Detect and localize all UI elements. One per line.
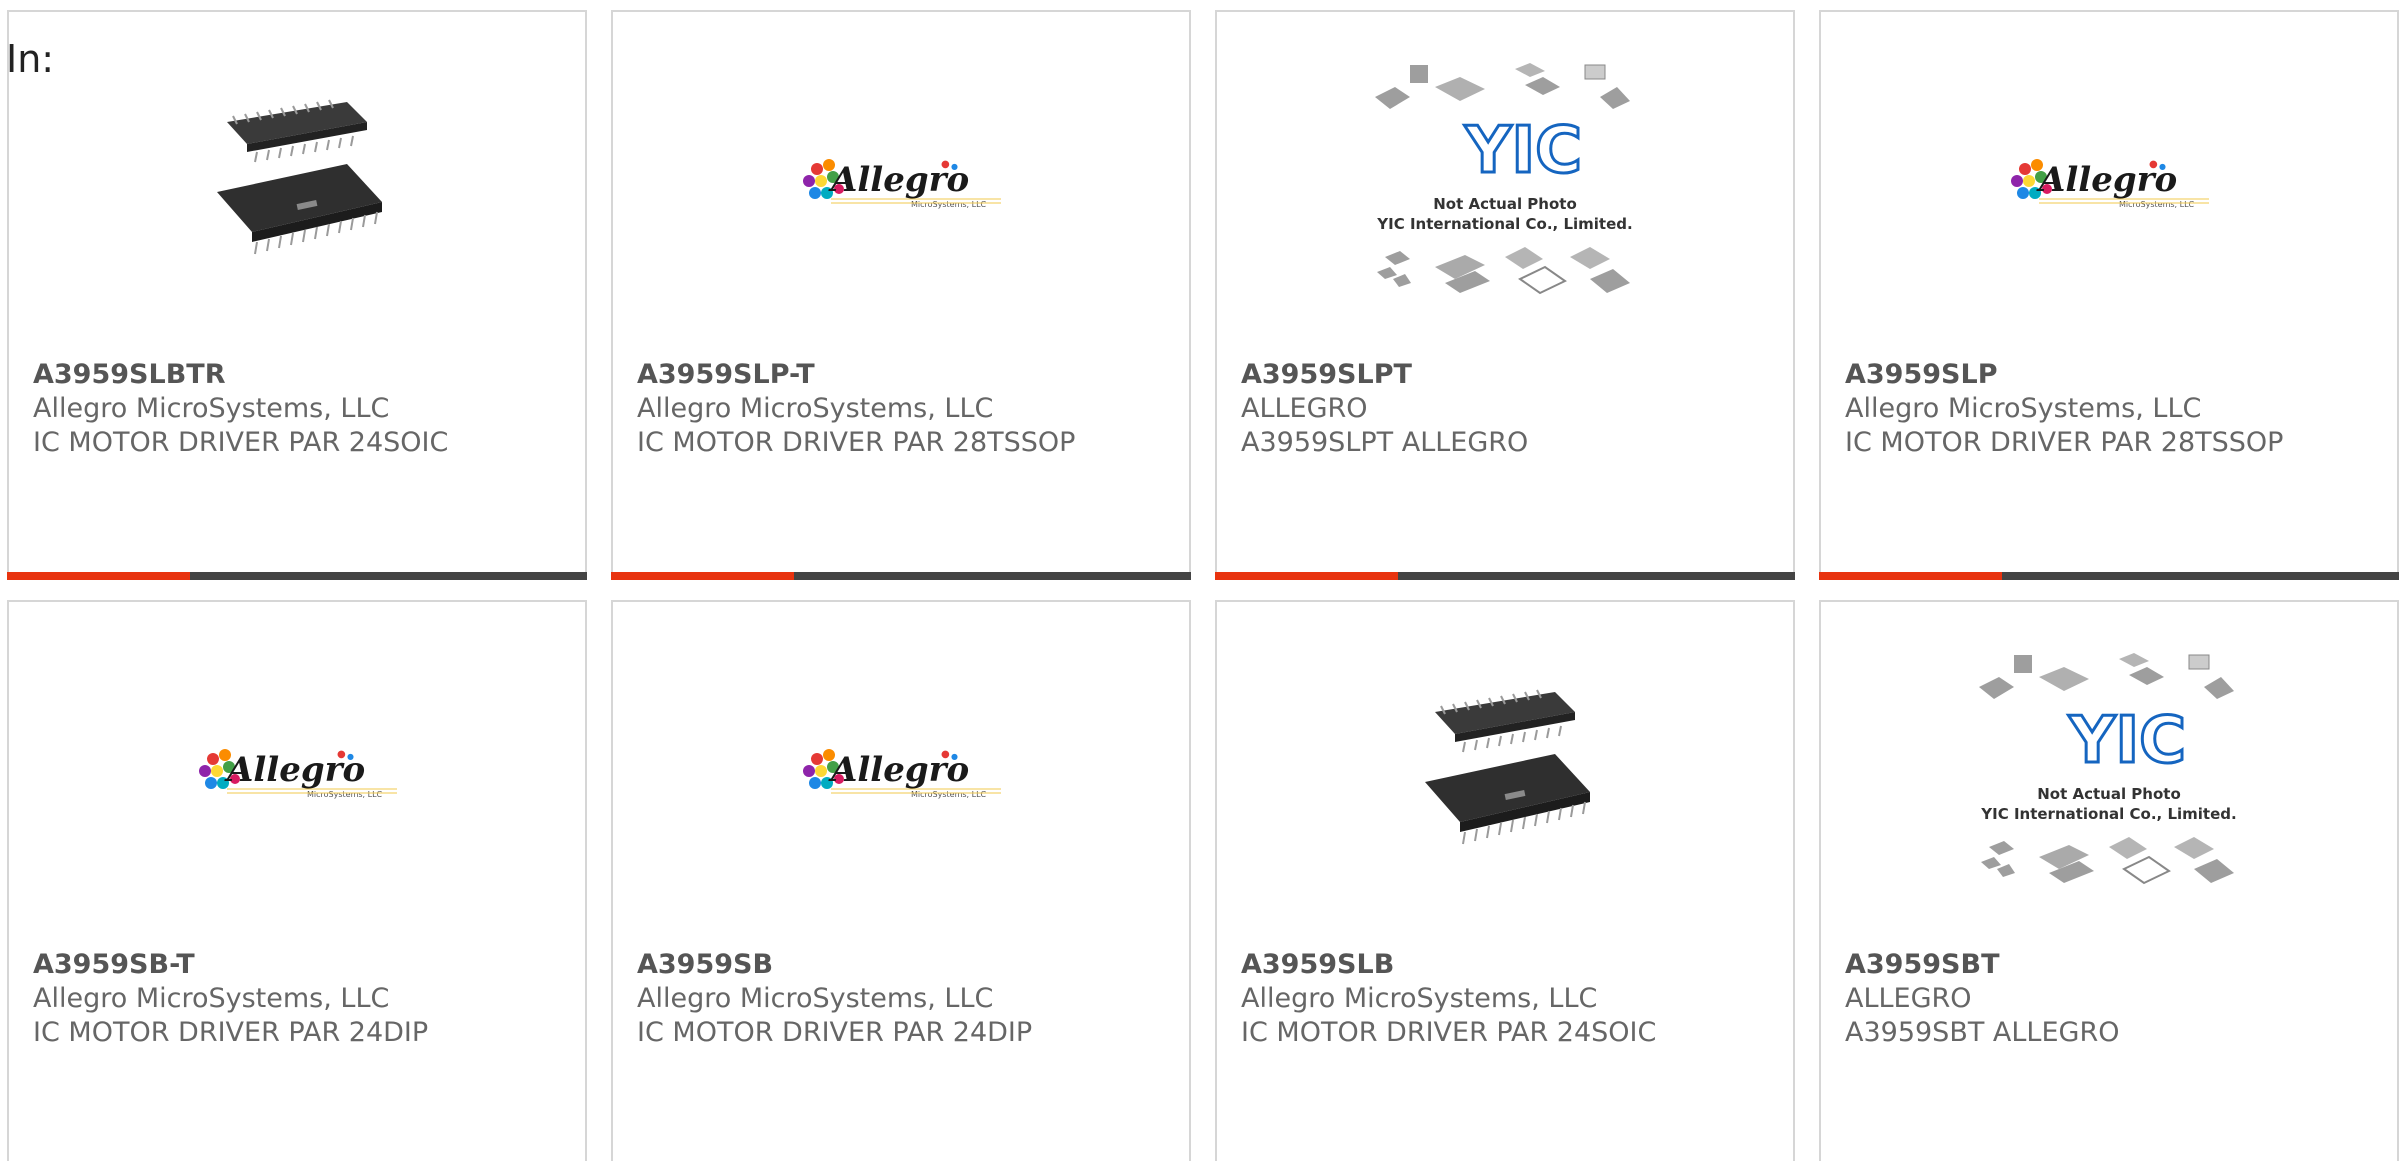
part-number-link[interactable]: A3959SBT	[1845, 948, 2385, 982]
allegro-logo-icon: Allegro ● ● MicroSystems, LLC	[803, 159, 1001, 209]
product-card[interactable]: Allegro ● ● MicroSystems, LLC A3959SLP-T…	[611, 10, 1191, 580]
product-image[interactable]: YIC Not Actual Photo YIC International C…	[1217, 12, 1793, 352]
allegro-logo-icon: Allegro ● ● MicroSystems, LLC	[2011, 159, 2209, 209]
svg-text:●: ●	[941, 159, 950, 170]
product-image[interactable]: Allegro ● ● MicroSystems, LLC	[613, 602, 1189, 942]
soic-chip-icon	[1425, 689, 1590, 845]
allegro-logo-icon: Allegro ● ● MicroSystems, LLC	[803, 749, 1001, 799]
card-bottom-bar	[7, 572, 587, 580]
svg-text:●: ●	[347, 752, 354, 761]
description: A3959SLPT ALLEGRO	[1241, 427, 1529, 458]
card-accent-bar	[611, 572, 794, 580]
description: IC MOTOR DRIVER PAR 28TSSOP	[637, 427, 1076, 458]
card-bottom-bar	[1819, 572, 2399, 580]
manufacturer: Allegro MicroSystems, LLC	[33, 983, 390, 1014]
svg-text:MicroSystems, LLC: MicroSystems, LLC	[911, 200, 987, 209]
svg-text:Not Actual Photo: Not Actual Photo	[1433, 195, 1577, 213]
product-image[interactable]	[1217, 602, 1793, 942]
card-accent-bar	[1215, 572, 1398, 580]
product-image[interactable]	[9, 12, 585, 352]
manufacturer: ALLEGRO	[1845, 983, 1972, 1014]
part-number-link[interactable]: A3959SB	[637, 948, 1177, 982]
part-number-link[interactable]: A3959SLB	[1241, 948, 1781, 982]
yic-placeholder-icon: YIC Not Actual Photo YIC International C…	[1979, 653, 2237, 885]
card-bottom-bar	[1215, 572, 1795, 580]
manufacturer: Allegro MicroSystems, LLC	[637, 983, 994, 1014]
product-grid-page: In: A3959SLBTR Allegro MicroSystems, LLC…	[0, 0, 2400, 1161]
svg-text:Not Actual Photo: Not Actual Photo	[2037, 785, 2181, 803]
product-card[interactable]: Allegro ● ● MicroSystems, LLC A3959SLP A…	[1819, 10, 2399, 580]
product-image[interactable]: Allegro ● ● MicroSystems, LLC	[1821, 12, 2397, 352]
svg-text:●: ●	[2159, 162, 2166, 171]
description: IC MOTOR DRIVER PAR 28TSSOP	[1845, 427, 2284, 458]
svg-text:YIC International Co., Limited: YIC International Co., Limited.	[1980, 805, 2236, 823]
card-accent-bar	[1819, 572, 2002, 580]
card-accent-bar	[7, 572, 190, 580]
in-label: In:	[6, 37, 55, 81]
manufacturer: ALLEGRO	[1241, 393, 1368, 424]
product-card[interactable]: A3959SLB Allegro MicroSystems, LLC IC MO…	[1215, 600, 1795, 1161]
part-number-link[interactable]: A3959SLBTR	[33, 358, 573, 392]
allegro-logo-icon: Allegro ● ● MicroSystems, LLC	[199, 749, 397, 799]
svg-text:●: ●	[941, 749, 950, 760]
product-image[interactable]: Allegro ● ● MicroSystems, LLC	[613, 12, 1189, 352]
description: A3959SBT ALLEGRO	[1845, 1017, 2120, 1048]
card-bottom-bar	[611, 572, 1191, 580]
product-card[interactable]: Allegro ● ● MicroSystems, LLC A3959SB-T …	[7, 600, 587, 1161]
svg-text:●: ●	[337, 749, 346, 760]
manufacturer: Allegro MicroSystems, LLC	[1845, 393, 2202, 424]
manufacturer: Allegro MicroSystems, LLC	[637, 393, 994, 424]
svg-text:YIC: YIC	[1464, 114, 1582, 188]
product-image[interactable]: YIC Not Actual Photo YIC International C…	[1821, 602, 2397, 942]
svg-text:●: ●	[951, 162, 958, 171]
svg-text:MicroSystems, LLC: MicroSystems, LLC	[307, 790, 383, 799]
yic-placeholder-icon: YIC Not Actual Photo YIC International C…	[1375, 63, 1633, 295]
svg-text:●: ●	[2149, 159, 2158, 170]
part-number-link[interactable]: A3959SLP-T	[637, 358, 1177, 392]
svg-text:MicroSystems, LLC: MicroSystems, LLC	[911, 790, 987, 799]
svg-text:YIC: YIC	[2068, 704, 2186, 778]
product-card[interactable]: A3959SLBTR Allegro MicroSystems, LLC IC …	[7, 10, 587, 580]
product-card[interactable]: Allegro ● ● MicroSystems, LLC A3959SB Al…	[611, 600, 1191, 1161]
product-card[interactable]: YIC Not Actual Photo YIC International C…	[1215, 10, 1795, 580]
description: IC MOTOR DRIVER PAR 24DIP	[33, 1017, 429, 1048]
svg-text:MicroSystems, LLC: MicroSystems, LLC	[2119, 200, 2195, 209]
part-number-link[interactable]: A3959SB-T	[33, 948, 573, 982]
description: IC MOTOR DRIVER PAR 24SOIC	[1241, 1017, 1657, 1048]
part-number-link[interactable]: A3959SLP	[1845, 358, 2385, 392]
manufacturer: Allegro MicroSystems, LLC	[33, 393, 390, 424]
product-card[interactable]: YIC Not Actual Photo YIC International C…	[1819, 600, 2399, 1161]
svg-text:YIC International Co., Limited: YIC International Co., Limited.	[1376, 215, 1632, 233]
part-number-link[interactable]: A3959SLPT	[1241, 358, 1781, 392]
product-image[interactable]: Allegro ● ● MicroSystems, LLC	[9, 602, 585, 942]
manufacturer: Allegro MicroSystems, LLC	[1241, 983, 1598, 1014]
svg-text:●: ●	[951, 752, 958, 761]
description: IC MOTOR DRIVER PAR 24DIP	[637, 1017, 1033, 1048]
soic-chip-icon	[217, 99, 382, 255]
description: IC MOTOR DRIVER PAR 24SOIC	[33, 427, 449, 458]
